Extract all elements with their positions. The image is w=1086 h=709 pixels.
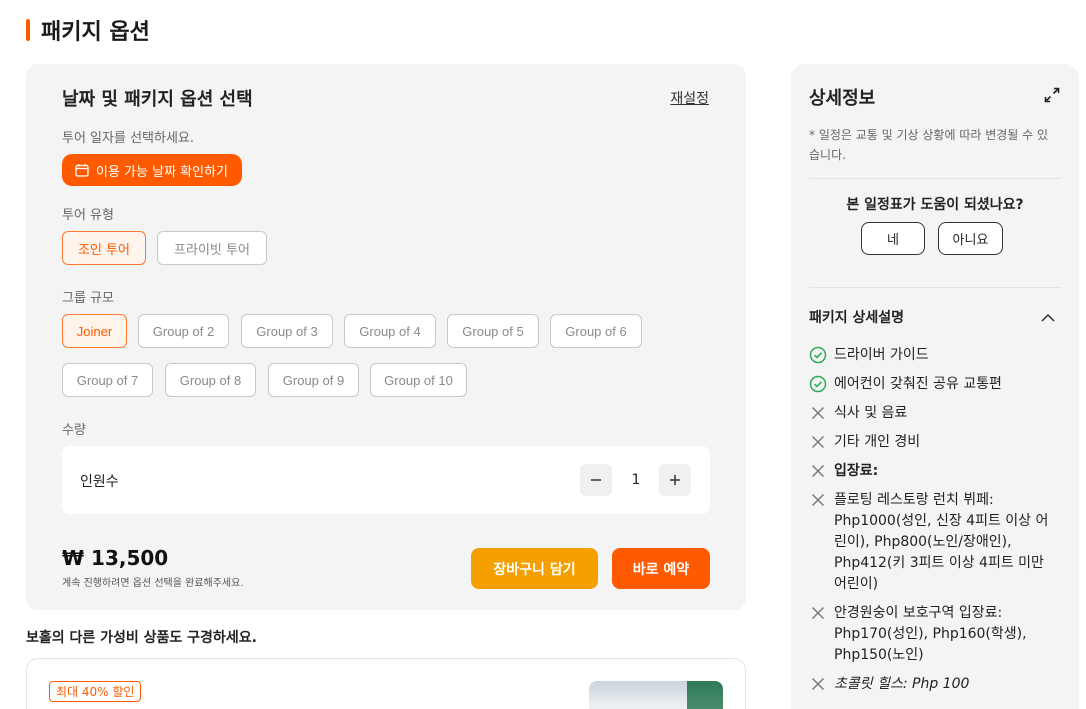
details-title: 상세정보 — [809, 88, 876, 109]
product-card[interactable]: 최대 40% 할인 — [26, 658, 746, 709]
product-thumbnail — [589, 681, 723, 709]
section-title: 패키지 옵션 — [41, 20, 150, 45]
inclusion-item: 드라이버 가이드 — [809, 345, 1061, 366]
quantity-value: 1 — [631, 472, 641, 488]
exclusion-text: 안경원숭이 보호구역 입장료: Php170(성인), Php160(학생), … — [834, 605, 1027, 663]
options-title: 날짜 및 패키지 옵션 선택 — [62, 89, 253, 110]
inclusion-text: 드라이버 가이드 — [834, 347, 929, 363]
schedule-note: * 일정은 교통 및 기상 상황에 따라 변경될 수 있습니다. — [809, 128, 1049, 162]
price-note: 계속 진행하려면 옵션 선택을 완료해주세요. — [62, 578, 244, 589]
close-icon — [812, 407, 824, 419]
quantity-decrement-button[interactable] — [580, 464, 612, 496]
inclusion-text: 에어컨이 갖춰진 공유 교통편 — [834, 376, 1002, 392]
more-products-title: 보홀의 다른 가성비 상품도 구경하세요. — [26, 630, 257, 646]
helpful-question: 본 일정표가 도움이 되셨나요? — [846, 197, 1024, 213]
check-dates-label: 이용 가능 날짜 확인하기 — [96, 164, 228, 180]
group-option-3[interactable]: Group of 3 — [241, 314, 333, 348]
group-option-4[interactable]: Group of 4 — [344, 314, 436, 348]
helpful-no-button[interactable]: 아니요 — [938, 222, 1003, 255]
exclusion-item: 초콜릿 힐스: Php 100 — [809, 674, 1061, 695]
group-option-2[interactable]: Group of 2 — [138, 314, 229, 348]
group-option-10[interactable]: Group of 10 — [370, 363, 467, 397]
close-icon — [812, 436, 824, 448]
group-option-5[interactable]: Group of 5 — [447, 314, 539, 348]
inclusions-list: 드라이버 가이드 에어컨이 갖춰진 공유 교통편 식사 및 음료 기타 개인 경… — [809, 345, 1061, 703]
tour-type-private[interactable]: 프라이빗 투어 — [157, 231, 267, 265]
exclusion-item: 플로팅 레스토랑 런치 뷔페: Php1000(성인, 신장 4피트 이상 어린… — [809, 490, 1061, 595]
exclusion-text: 입장료: — [834, 463, 879, 479]
tour-type-join[interactable]: 조인 투어 — [62, 231, 146, 265]
helpful-yes-button[interactable]: 네 — [861, 222, 925, 255]
details-sidebar: 상세정보 * 일정은 교통 및 기상 상황에 따라 변경될 수 있습니다. 본 … — [791, 64, 1079, 709]
exclusion-item: 입장료: — [809, 461, 1061, 482]
divider — [809, 287, 1061, 288]
close-icon — [812, 678, 824, 690]
exclusion-item: 식사 및 음료 — [809, 403, 1061, 424]
exclusion-text: 초콜릿 힐스: Php 100 — [834, 676, 970, 692]
group-option-9[interactable]: Group of 9 — [268, 363, 359, 397]
plus-icon — [670, 475, 680, 485]
group-option-8[interactable]: Group of 8 — [165, 363, 256, 397]
check-dates-button[interactable]: 이용 가능 날짜 확인하기 — [62, 154, 242, 186]
close-icon — [812, 607, 824, 619]
total-price: ₩ 13,500 — [62, 546, 169, 570]
group-option-joiner[interactable]: Joiner — [62, 314, 127, 348]
reset-link[interactable]: 재설정 — [670, 88, 709, 108]
exclusion-text: 플로팅 레스토랑 런치 뷔페: Php1000(성인, 신장 4피트 이상 어린… — [834, 492, 1049, 592]
exclusion-item: 안경원숭이 보호구역 입장료: Php170(성인), Php160(학생), … — [809, 603, 1061, 666]
calendar-icon — [75, 164, 89, 177]
divider — [809, 178, 1061, 179]
package-options-panel: 날짜 및 패키지 옵션 선택 재설정 투어 일자를 선택하세요. 이용 가능 날… — [26, 64, 746, 610]
minus-icon — [591, 479, 601, 481]
quantity-row-label: 인원수 — [80, 474, 119, 490]
add-to-cart-button[interactable]: 장바구니 담기 — [471, 548, 598, 589]
section-heading: 패키지 옵션 — [26, 14, 150, 46]
quantity-row: 인원수 1 — [62, 446, 710, 514]
check-circle-icon — [809, 346, 827, 364]
heading-accent-bar — [26, 19, 30, 41]
expand-icon[interactable] — [1044, 87, 1060, 107]
inclusion-item: 에어컨이 갖춰진 공유 교통편 — [809, 374, 1061, 395]
check-circle-icon — [809, 375, 827, 393]
tour-type-label: 투어 유형 — [62, 208, 114, 223]
close-icon — [812, 494, 824, 506]
group-size-label: 그룹 규모 — [62, 291, 114, 306]
exclusion-item: 기타 개인 경비 — [809, 432, 1061, 453]
group-option-7[interactable]: Group of 7 — [62, 363, 153, 397]
date-prompt: 투어 일자를 선택하세요. — [62, 131, 194, 146]
quantity-label: 수량 — [62, 423, 86, 438]
chevron-up-icon[interactable] — [1041, 308, 1055, 327]
quantity-increment-button[interactable] — [659, 464, 691, 496]
package-details-title: 패키지 상세설명 — [809, 310, 905, 326]
group-option-6[interactable]: Group of 6 — [550, 314, 642, 348]
book-now-button[interactable]: 바로 예약 — [612, 548, 710, 589]
exclusion-text: 식사 및 음료 — [834, 405, 908, 421]
discount-badge: 최대 40% 할인 — [49, 681, 142, 702]
exclusion-text: 기타 개인 경비 — [834, 434, 921, 450]
close-icon — [812, 465, 824, 477]
